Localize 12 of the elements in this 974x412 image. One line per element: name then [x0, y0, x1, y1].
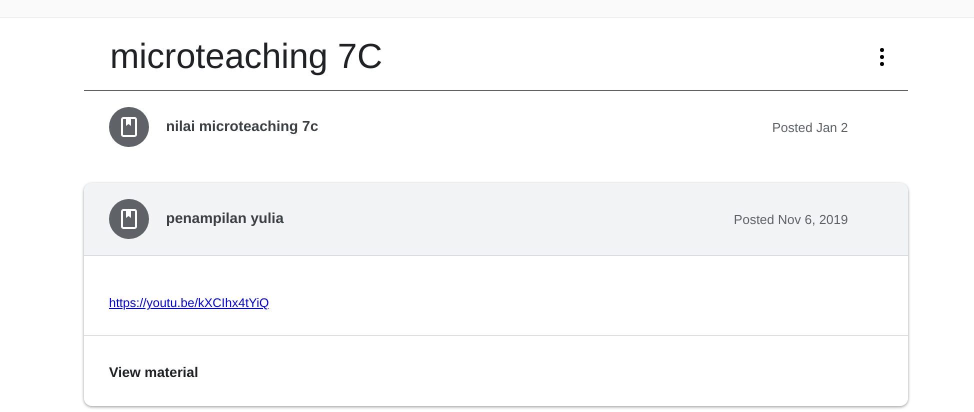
material-card[interactable]: penampilan yulia Posted Nov 6, 2019 https://youtu.be/kXCIhx4tYiQ View material [84, 183, 908, 406]
material-icon [109, 107, 149, 147]
video-link[interactable]: https://youtu.be/kXCIhx4tYiQ [109, 296, 270, 310]
view-material-button[interactable]: View material [84, 336, 908, 406]
material-icon [109, 199, 149, 239]
posted-date: Posted Nov 6, 2019 [734, 212, 848, 226]
posted-date: Posted Jan 2 [772, 120, 848, 134]
more-vert-icon [880, 48, 884, 66]
material-title: penampilan yulia [166, 211, 285, 227]
material-row[interactable]: nilai microteaching 7c Posted Jan 2 [84, 91, 908, 163]
material-title: nilai microteaching 7c [166, 119, 320, 135]
topic-title: microteaching 7C [110, 37, 382, 77]
